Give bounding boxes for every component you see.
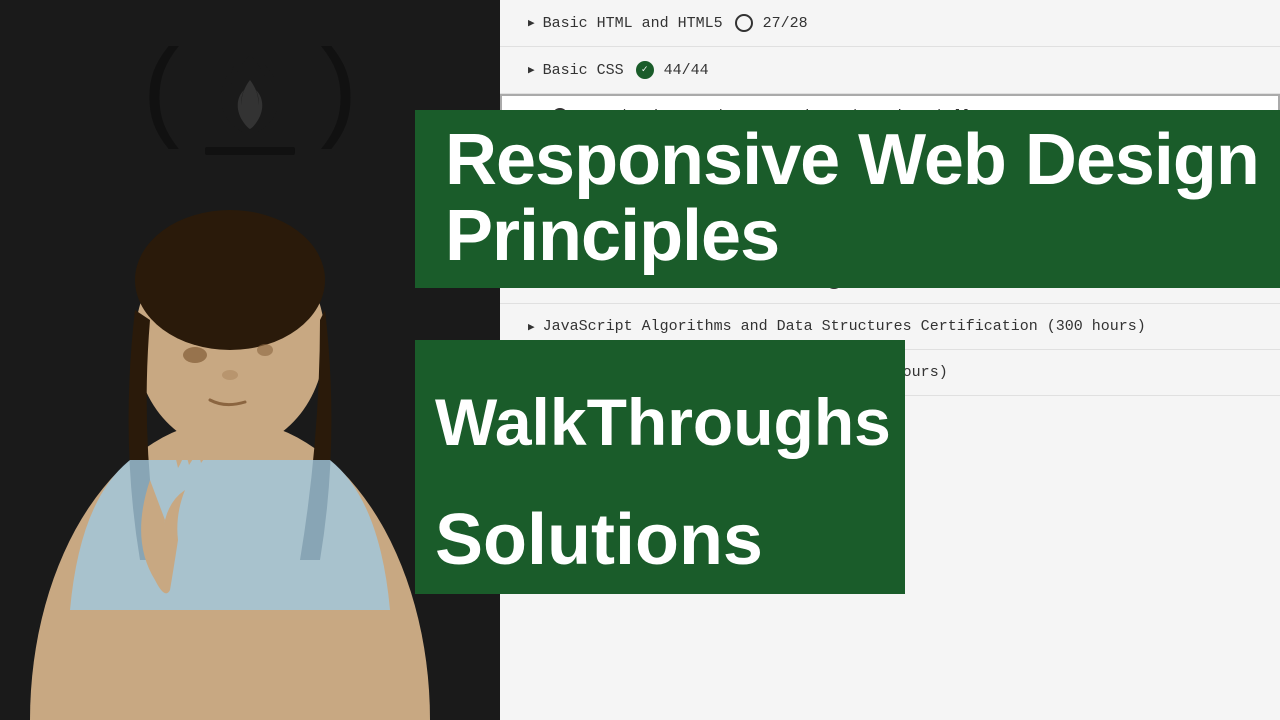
logo-area: ( ) [131,40,369,155]
walkthroughs-label: WalkThroughs [435,388,891,457]
check-icon: ✓ [636,61,654,79]
item-label: Basic HTML and HTML5 [543,15,723,32]
right-paren-icon: ) [303,43,369,153]
left-paren-icon: ( [131,43,197,153]
person-silhouette [0,160,480,720]
main-title: Responsive Web Design Principles [445,123,1280,274]
triangle-icon: ▶ [528,63,535,77]
flame-container [205,50,295,155]
triangle-icon: ▶ [528,16,535,30]
item-label: JavaScript Algorithms and Data Structure… [543,318,1146,335]
list-item[interactable]: ▶ Basic HTML and HTML5 27/28 [500,0,1280,47]
count-label: 27/28 [763,15,808,32]
flame-base-icon [205,147,295,155]
list-item[interactable]: ▶ Basic CSS ✓ 44/44 [500,47,1280,94]
progress-circle-icon [735,14,753,32]
solutions-label: Solutions [435,503,763,579]
flame-icon [210,50,290,145]
title-panel: Responsive Web Design Principles [415,110,1280,288]
item-label: Basic CSS [543,62,624,79]
triangle-icon: ▶ [528,320,535,334]
walkthroughs-panel: WalkThroughs [415,340,905,505]
solutions-panel: Solutions [415,487,905,594]
logo-parens: ( ) [131,40,369,155]
count-label: 44/44 [664,62,709,79]
